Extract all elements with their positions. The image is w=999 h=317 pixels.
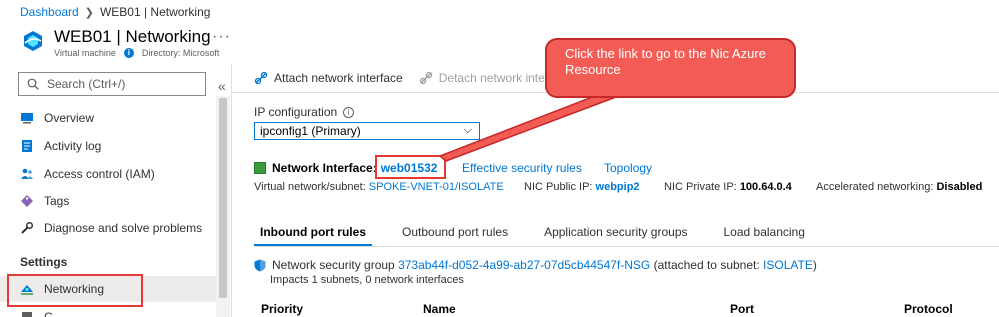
breadcrumb-dashboard-link[interactable]: Dashboard: [20, 5, 79, 19]
accelerated-networking-value: Disabled: [936, 181, 983, 193]
detach-link-icon: [419, 71, 432, 85]
nsg-impacts: Impacts 1 subnets, 0 network interfaces: [270, 274, 464, 286]
sidebar-item-label: Tags: [44, 194, 70, 208]
nsg-link[interactable]: 373ab44f-d052-4a99-ab27-07d5cb44547f-NSG: [398, 258, 650, 272]
info-icon: i: [123, 48, 134, 58]
wrench-icon: [21, 221, 34, 234]
search-icon: [27, 78, 39, 90]
resource-type: Virtual machine: [54, 48, 116, 58]
sidebar-item-label: Activity log: [44, 139, 102, 153]
ip-configuration-select[interactable]: ipconfig1 (Primary) ⌵: [254, 122, 480, 140]
page-header: WEB01 | Networking Virtual machine i Dir…: [0, 24, 999, 62]
vnet-label: Virtual network/subnet:: [254, 181, 366, 193]
private-ip-value: 100.64.0.4: [739, 181, 792, 193]
column-header-name[interactable]: Name: [423, 302, 456, 316]
nsg-row: Network security group 373ab44f-d052-4a9…: [254, 258, 817, 272]
shield-icon: [254, 259, 266, 271]
nsg-subnet-link[interactable]: ISOLATE: [763, 258, 813, 272]
column-header-port[interactable]: Port: [730, 302, 754, 316]
tab-application-security-groups[interactable]: Application security groups: [538, 224, 693, 246]
sidebar-item-overview[interactable]: Overview: [0, 105, 216, 131]
network-interface-label: Network Interface:: [272, 161, 377, 175]
sidebar-item-label: C: [44, 310, 53, 317]
chevron-right-icon: ❯: [84, 6, 94, 19]
connect-icon: [22, 312, 32, 317]
page-title: WEB01 | Networking: [54, 27, 211, 46]
divider: [231, 64, 232, 317]
search-placeholder: Search (Ctrl+/): [47, 77, 126, 91]
people-icon: [21, 168, 33, 179]
tab-bar: Inbound port rules Outbound port rules A…: [254, 224, 835, 246]
tag-icon: [21, 195, 33, 207]
breadcrumb: Dashboard ❯ WEB01 | Networking: [20, 5, 210, 19]
sidebar-item-tags[interactable]: Tags: [0, 188, 216, 214]
sidebar-scrollbar[interactable]: [216, 96, 230, 317]
toolbar: Attach network interface Detach network …: [254, 71, 571, 85]
column-header-protocol[interactable]: Protocol: [904, 302, 953, 316]
attach-network-interface-button[interactable]: Attach network interface: [254, 71, 403, 85]
topology-link[interactable]: Topology: [604, 161, 652, 175]
vnet-subnet-info: Virtual network/subnet: SPOKE-VNET-01/IS…: [254, 181, 504, 193]
accelerated-networking-label: Accelerated networking:: [816, 181, 934, 193]
collapse-sidebar-icon[interactable]: «: [218, 78, 226, 94]
private-ip-label: NIC Private IP:: [664, 181, 737, 193]
sidebar-item-iam[interactable]: Access control (IAM): [0, 161, 216, 187]
breadcrumb-current: WEB01 | Networking: [99, 5, 211, 19]
nsg-label: Network security group: [272, 258, 395, 272]
log-icon: [22, 140, 32, 152]
tab-load-balancing[interactable]: Load balancing: [718, 224, 811, 246]
tab-inbound-port-rules[interactable]: Inbound port rules: [254, 224, 372, 246]
sidebar-item-activity-log[interactable]: Activity log: [0, 133, 216, 159]
more-options-icon[interactable]: ···: [212, 28, 231, 46]
vnet-subnet-link[interactable]: SPOKE-VNET-01/ISOLATE: [369, 181, 504, 193]
effective-security-rules-link[interactable]: Effective security rules: [462, 161, 582, 175]
chevron-down-icon: ⌵: [463, 124, 472, 136]
sidebar-item-label: Overview: [44, 111, 95, 125]
sidebar-section-settings: Settings: [20, 255, 68, 269]
callout-annotation: Click the link to go to the Nic Azure Re…: [545, 38, 796, 98]
sidebar-item-diagnose[interactable]: Diagnose and solve problems: [0, 215, 216, 241]
sidebar-item-label: Access control (IAM): [44, 167, 155, 181]
page-subtitle: Virtual machine i Directory: Microsoft: [54, 48, 219, 58]
sidebar-item-label: Diagnose and solve problems: [44, 221, 203, 235]
public-ip-info: NIC Public IP: webpip2: [524, 181, 640, 193]
attach-link-icon: [254, 71, 268, 85]
ip-configuration-label: IP configuration i: [254, 105, 355, 119]
search-input[interactable]: Search (Ctrl+/): [18, 72, 206, 96]
private-ip-info: NIC Private IP: 100.64.0.4: [664, 181, 792, 193]
ip-configuration-text: IP configuration: [254, 105, 338, 119]
networking-highlight-box: [7, 274, 143, 307]
virtual-machine-icon: [24, 31, 42, 51]
nic-icon: [254, 162, 266, 174]
tab-divider: [254, 246, 999, 247]
accelerated-networking-info: Accelerated networking: Disabled: [816, 181, 982, 193]
nsg-attached-suffix: ): [812, 258, 817, 272]
public-ip-label: NIC Public IP:: [524, 181, 593, 193]
nic-link-highlight-box: [375, 155, 446, 179]
public-ip-link[interactable]: webpip2: [596, 181, 640, 193]
nsg-attached-prefix: (attached to subnet:: [653, 258, 760, 272]
directory-label: Directory: Microsoft: [141, 48, 220, 58]
info-icon[interactable]: i: [343, 106, 355, 118]
tab-outbound-port-rules[interactable]: Outbound port rules: [396, 224, 514, 246]
attach-label: Attach network interface: [274, 71, 403, 85]
monitor-icon: [21, 113, 33, 124]
scrollbar-thumb[interactable]: [219, 98, 227, 298]
ip-configuration-value: ipconfig1 (Primary): [260, 124, 361, 138]
column-header-priority[interactable]: Priority: [261, 302, 303, 316]
